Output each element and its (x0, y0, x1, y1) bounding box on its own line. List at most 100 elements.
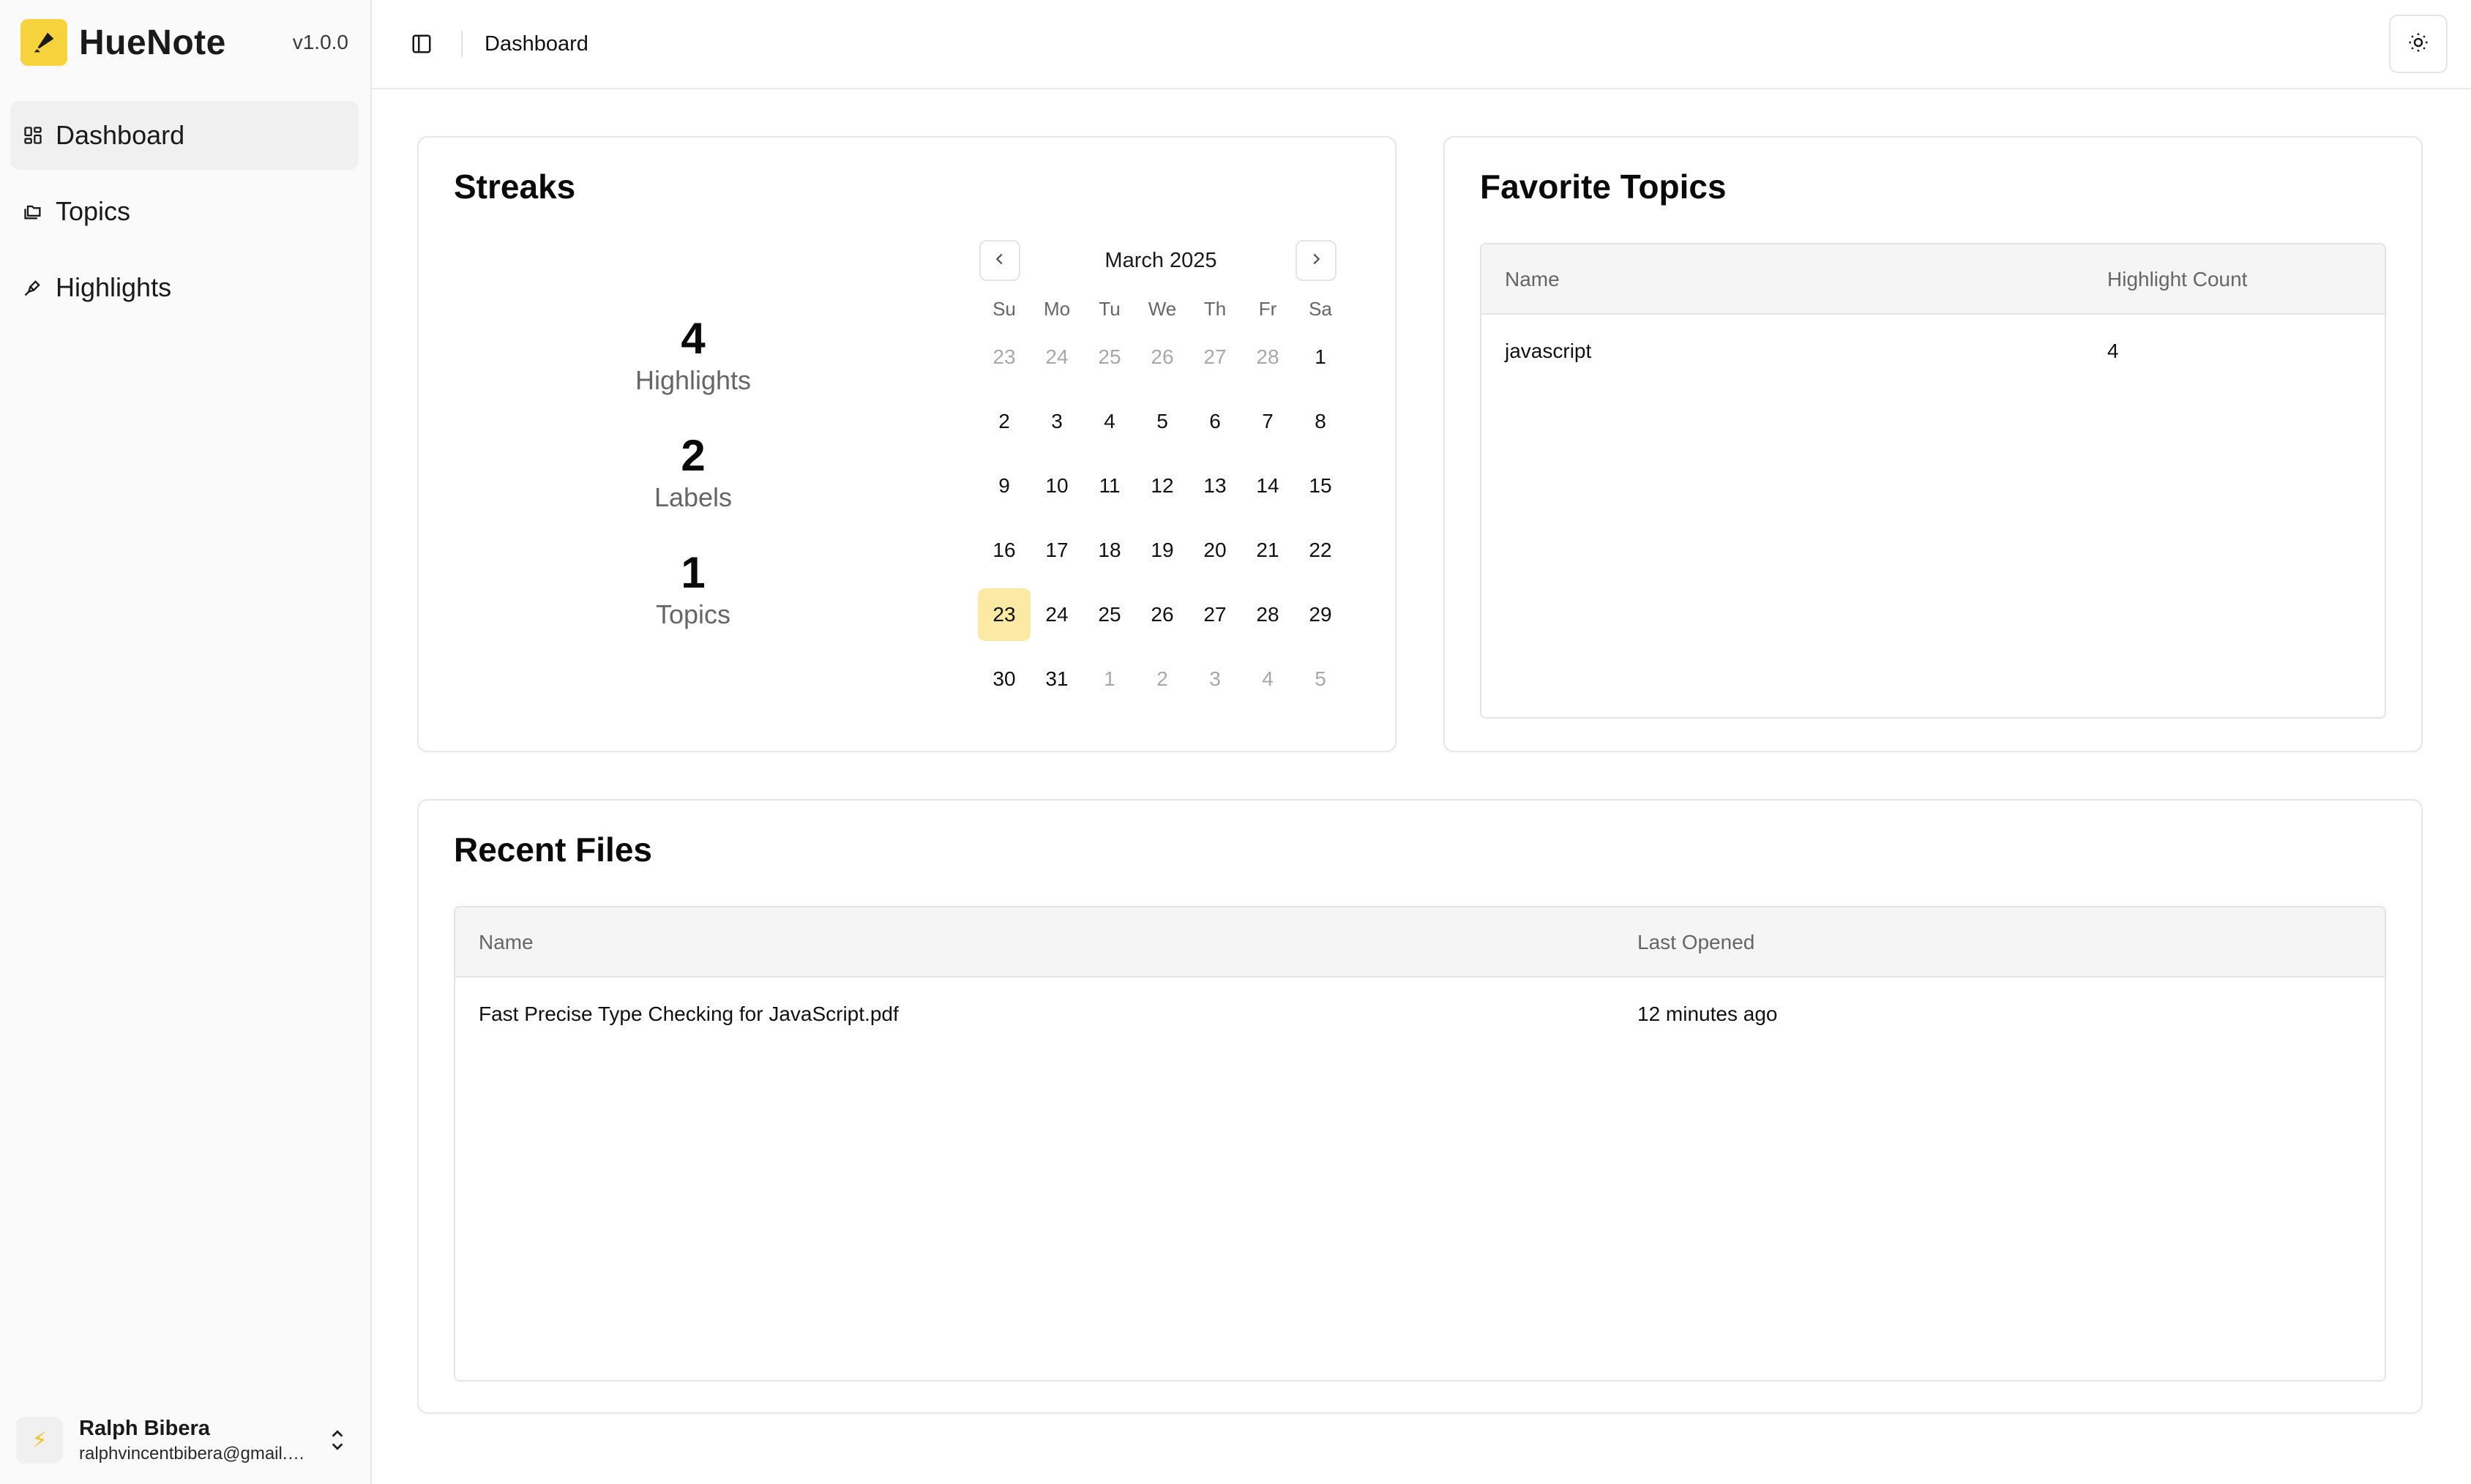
chevrons-up-down-icon[interactable] (326, 1425, 348, 1455)
sidebar-item-highlights[interactable]: Highlights (10, 253, 359, 322)
calendar-day[interactable]: 27 (1189, 331, 1241, 383)
sidebar-toggle-icon[interactable] (401, 23, 442, 64)
calendar-weekday: Fr (1258, 298, 1277, 320)
calendar-day[interactable]: 5 (1294, 653, 1347, 705)
main-content: Dashboard Streaks 4 Highlights 2 Labels (372, 0, 2471, 1484)
column-header-highlight-count: Highlight Count (2107, 268, 2248, 291)
calendar-day[interactable]: 16 (978, 524, 1031, 577)
calendar-day[interactable]: 20 (1189, 524, 1241, 577)
calendar-day[interactable]: 2 (1136, 653, 1189, 705)
calendar-weekday: Su (992, 298, 1016, 320)
avatar: ⚡ (16, 1417, 63, 1464)
table-row[interactable]: Fast Precise Type Checking for JavaScrip… (455, 978, 2385, 1051)
sidebar-item-label: Topics (56, 196, 131, 226)
theme-toggle-button[interactable] (2389, 15, 2448, 73)
calendar-month: March 2025 (1104, 249, 1217, 272)
stat-highlights: 4 Highlights (583, 313, 803, 397)
calendar-day[interactable]: 19 (1136, 524, 1189, 577)
calendar-day[interactable]: 12 (1136, 460, 1189, 512)
file-name: Fast Precise Type Checking for JavaScrip… (479, 1003, 899, 1025)
stat-labels: 2 Labels (583, 430, 803, 514)
calendar-day[interactable]: 31 (1031, 653, 1083, 705)
calendar-weekday: Tu (1099, 298, 1121, 320)
calendar-day[interactable]: 3 (1189, 653, 1241, 705)
calendar-next-button[interactable] (1296, 240, 1337, 281)
calendar-day[interactable]: 18 (1083, 524, 1136, 577)
calendar-weekday: Mo (1043, 298, 1071, 320)
sun-icon (2407, 31, 2429, 57)
calendar-day[interactable]: 7 (1241, 395, 1294, 448)
column-header-name: Name (479, 931, 534, 953)
sidebar-item-dashboard[interactable]: Dashboard (10, 101, 359, 170)
calendar-day[interactable]: 23 (978, 588, 1031, 641)
calendar-day[interactable]: 4 (1083, 395, 1136, 448)
sidebar-item-label: Dashboard (56, 120, 185, 150)
calendar-day[interactable]: 30 (978, 653, 1031, 705)
calendar-day[interactable]: 8 (1294, 395, 1347, 448)
dashboard-grid-icon (22, 124, 44, 146)
calendar-day[interactable]: 11 (1083, 460, 1136, 512)
breadcrumb: Dashboard (485, 31, 588, 56)
calendar-day[interactable]: 24 (1031, 331, 1083, 383)
calendar-day[interactable]: 17 (1031, 524, 1083, 577)
highlighter-icon (22, 277, 44, 299)
table-header: Name Last Opened (455, 907, 2385, 978)
folders-icon (22, 201, 44, 222)
card-title: Recent Files (454, 831, 652, 869)
calendar-day[interactable]: 3 (1031, 395, 1083, 448)
card-title: Streaks (454, 168, 576, 206)
calendar-day[interactable]: 13 (1189, 460, 1241, 512)
calendar-day[interactable]: 29 (1294, 588, 1347, 641)
highlighter-logo-icon (20, 19, 67, 66)
calendar-day[interactable]: 5 (1136, 395, 1189, 448)
user-info: Ralph Bibera ralphvincentbibera@gmail.co… (79, 1417, 326, 1464)
calendar-day[interactable]: 15 (1294, 460, 1347, 512)
chevron-right-icon (1308, 251, 1324, 271)
sidebar-item-topics[interactable]: Topics (10, 177, 359, 246)
calendar-day[interactable]: 28 (1241, 331, 1294, 383)
calendar-header: March 2025 (978, 240, 1344, 281)
calendar-day[interactable]: 27 (1189, 588, 1241, 641)
user-menu[interactable]: ⚡ Ralph Bibera ralphvincentbibera@gmail.… (16, 1411, 348, 1469)
topic-highlight-count: 4 (2107, 340, 2119, 362)
calendar-day[interactable]: 28 (1241, 588, 1294, 641)
table-header: Name Highlight Count (1481, 244, 2385, 315)
calendar-day[interactable]: 9 (978, 460, 1031, 512)
calendar-day[interactable]: 10 (1031, 460, 1083, 512)
stat-value: 1 (681, 548, 706, 597)
topbar-divider (461, 31, 463, 57)
recent-files-card: Recent Files Name Last Opened Fast Preci… (417, 799, 2423, 1414)
calendar-day[interactable]: 25 (1083, 588, 1136, 641)
stat-value: 4 (681, 314, 706, 363)
calendar-day[interactable]: 26 (1136, 588, 1189, 641)
calendar-weekday: We (1148, 298, 1177, 320)
calendar-day[interactable]: 21 (1241, 524, 1294, 577)
calendar-day[interactable]: 26 (1136, 331, 1189, 383)
sidebar-item-label: Highlights (56, 272, 172, 302)
streaks-card: Streaks 4 Highlights 2 Labels 1 Topics M… (417, 136, 1397, 752)
calendar-day[interactable]: 6 (1189, 395, 1241, 448)
calendar-day[interactable]: 1 (1083, 653, 1136, 705)
calendar-weekday: Th (1203, 298, 1227, 320)
calendar-day[interactable]: 24 (1031, 588, 1083, 641)
calendar-grid: Su Mo Tu We Th Fr Sa 23 24 25 26 27 28 1 2 3 4 5 6 7 8 9 10 11 1… (978, 293, 1344, 711)
column-header-last-opened: Last Opened (1637, 931, 1755, 953)
calendar-day[interactable]: 14 (1241, 460, 1294, 512)
calendar-day[interactable]: 1 (1294, 331, 1347, 383)
file-last-opened: 12 minutes ago (1637, 1003, 1778, 1025)
column-header-name: Name (1505, 268, 1560, 291)
calendar-day[interactable]: 23 (978, 331, 1031, 383)
brand-header: HueNote v1.0.0 (0, 0, 370, 85)
bolt-icon: ⚡ (31, 1428, 48, 1453)
table-row[interactable]: javascript 4 (1481, 315, 2385, 388)
calendar-day[interactable]: 4 (1241, 653, 1294, 705)
calendar-day[interactable]: 22 (1294, 524, 1347, 577)
calendar-day[interactable]: 2 (978, 395, 1031, 448)
stat-label: Labels (654, 482, 733, 512)
user-email: ralphvincentbibera@gmail.com (79, 1443, 313, 1464)
calendar-day[interactable]: 25 (1083, 331, 1136, 383)
app-root: HueNote v1.0.0 Dashboard Topics Highligh… (0, 0, 2471, 1484)
app-version: v1.0.0 (292, 31, 348, 53)
topic-name: javascript (1505, 340, 1592, 362)
calendar: March 2025 Su Mo Tu We Th Fr Sa 23 24 25 26 27 28 1 2 3… (978, 240, 1344, 711)
